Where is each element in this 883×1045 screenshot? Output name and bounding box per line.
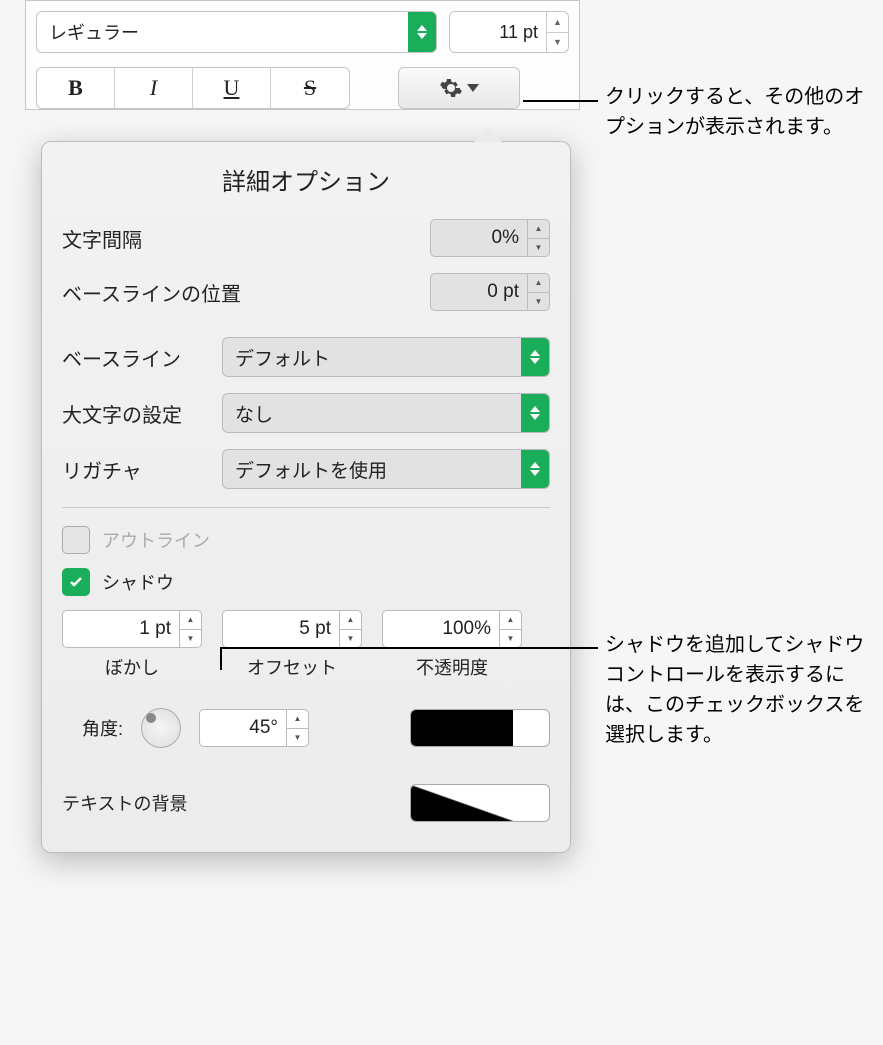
textbg-label: テキストの背景 — [62, 790, 187, 816]
opacity-stepper[interactable]: ▲▼ — [499, 611, 521, 647]
opacity-field[interactable]: 100% ▲▼ — [382, 610, 522, 648]
baseline-shift-stepper[interactable]: ▲▼ — [527, 274, 549, 310]
blur-label: ぼかし — [105, 654, 159, 680]
callout-shadow: シャドウを追加してシャドウコントロールを表示するには、このチェックボックスを選択… — [605, 630, 875, 750]
callout-line — [220, 647, 222, 670]
opacity-label: 不透明度 — [416, 654, 488, 680]
font-size-stepper[interactable]: ▲▼ — [546, 12, 568, 52]
baseline-label: ベースライン — [62, 343, 222, 372]
gear-icon — [439, 76, 463, 100]
caps-select[interactable]: なし — [222, 393, 550, 433]
callout-gear: クリックすると、その他のオプションが表示されます。 — [605, 82, 865, 142]
angle-field[interactable]: 45° ▲▼ — [199, 709, 309, 747]
advanced-options-button[interactable] — [398, 67, 520, 109]
dropdown-arrows-icon — [521, 450, 549, 488]
caps-label: 大文字の設定 — [62, 399, 222, 428]
char-spacing-stepper[interactable]: ▲▼ — [527, 220, 549, 256]
char-spacing-field[interactable]: 0% ▲▼ — [430, 219, 550, 257]
color-swatch — [411, 710, 513, 746]
chevron-down-icon — [467, 84, 479, 92]
shadow-label: シャドウ — [102, 569, 174, 595]
dropdown-arrows-icon — [521, 394, 549, 432]
angle-label: 角度: — [82, 715, 123, 741]
ligature-label: リガチャ — [62, 455, 222, 484]
offset-field[interactable]: 5 pt ▲▼ — [222, 610, 362, 648]
underline-button[interactable]: U — [193, 68, 271, 108]
offset-stepper[interactable]: ▲▼ — [339, 611, 361, 647]
popover-title: 詳細オプション — [62, 162, 550, 197]
char-spacing-label: 文字間隔 — [62, 224, 430, 253]
baseline-shift-field[interactable]: 0 pt ▲▼ — [430, 273, 550, 311]
ligature-select[interactable]: デフォルトを使用 — [222, 449, 550, 489]
baseline-select[interactable]: デフォルト — [222, 337, 550, 377]
font-panel: レギュラー 11 pt ▲▼ B I U S 詳細オプション — [25, 0, 580, 110]
angle-dial[interactable] — [141, 708, 181, 748]
color-swatch-none — [411, 785, 513, 821]
font-size-value: 11 pt — [450, 22, 546, 43]
blur-stepper[interactable]: ▲▼ — [179, 611, 201, 647]
shadow-color-well[interactable] — [410, 709, 550, 747]
bold-button[interactable]: B — [37, 68, 115, 108]
italic-button[interactable]: I — [115, 68, 193, 108]
strike-button[interactable]: S — [271, 68, 349, 108]
font-size-field[interactable]: 11 pt ▲▼ — [449, 11, 569, 53]
dropdown-arrows-icon — [408, 12, 436, 52]
font-style-select[interactable]: レギュラー — [36, 11, 437, 53]
callout-line — [220, 647, 598, 649]
dropdown-arrows-icon — [521, 338, 549, 376]
callout-line — [523, 100, 598, 102]
text-style-group: B I U S — [36, 67, 350, 109]
angle-stepper[interactable]: ▲▼ — [286, 710, 308, 746]
font-style-value: レギュラー — [49, 19, 139, 45]
advanced-options-popover: 詳細オプション 文字間隔 0% ▲▼ ベースラインの位置 0 pt ▲▼ ベース… — [41, 141, 571, 853]
shadow-checkbox[interactable] — [62, 568, 90, 596]
offset-label: オフセット — [247, 654, 337, 680]
baseline-shift-label: ベースラインの位置 — [62, 278, 430, 307]
outline-label: アウトライン — [102, 527, 210, 553]
outline-checkbox[interactable] — [62, 526, 90, 554]
blur-field[interactable]: 1 pt ▲▼ — [62, 610, 202, 648]
textbg-color-well[interactable] — [410, 784, 550, 822]
